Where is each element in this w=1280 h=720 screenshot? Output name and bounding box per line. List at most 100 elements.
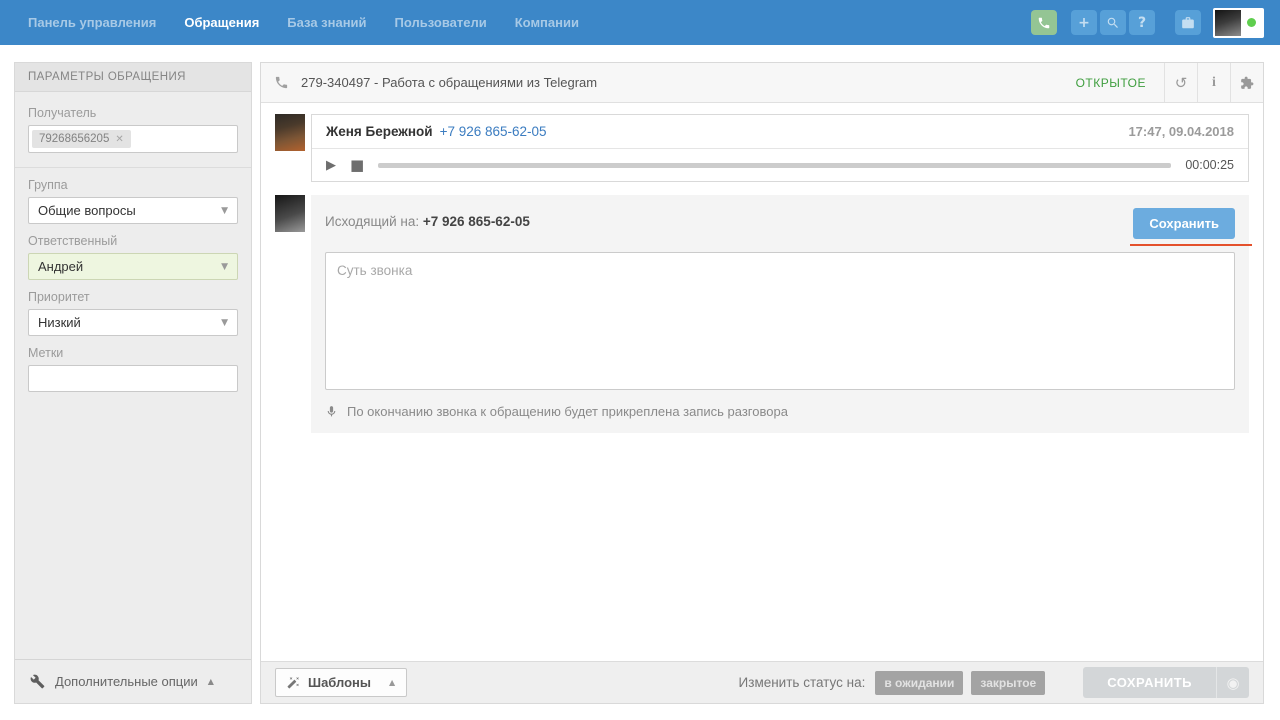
search-icon bbox=[1106, 16, 1120, 30]
chevron-down-icon: ▼ bbox=[221, 317, 228, 328]
call-note-textarea[interactable] bbox=[325, 252, 1235, 390]
priority-select[interactable]: Низкий ▼ bbox=[28, 309, 238, 336]
info-button[interactable]: i bbox=[1197, 63, 1230, 102]
priority-label: Приоритет bbox=[28, 290, 90, 304]
nav-item-users[interactable]: Пользователи bbox=[383, 0, 499, 45]
recipient-label: Получатель bbox=[28, 106, 97, 120]
parameters-form: Получатель 79268656205 ✕ Группа Общие во… bbox=[15, 92, 251, 659]
outgoing-header: Исходящий на: +7 926 865-62-05 Сохранить bbox=[325, 208, 1252, 246]
recipient-tag-value: 79268656205 bbox=[39, 133, 110, 145]
call-card-header: Женя Бережной +7 926 865-62-05 17:47, 09… bbox=[312, 115, 1248, 149]
additional-options-toggle[interactable]: Дополнительные опции ▲ bbox=[15, 659, 251, 703]
agent-avatar bbox=[275, 195, 305, 232]
play-button[interactable]: ▶ bbox=[326, 158, 336, 173]
outgoing-call-box: Исходящий на: +7 926 865-62-05 Сохранить… bbox=[311, 195, 1252, 433]
status-closed-button[interactable]: закрытое bbox=[971, 670, 1046, 695]
nav-item-cases[interactable]: Обращения bbox=[172, 0, 271, 45]
chevron-down-icon: ▼ bbox=[221, 205, 228, 216]
audio-duration: 00:00:25 bbox=[1185, 158, 1234, 172]
status-actions: Изменить статус на: в ожидании закрытое … bbox=[739, 667, 1249, 698]
phone-icon bbox=[1037, 16, 1051, 30]
panel-title: ПАРАМЕТРЫ ОБРАЩЕНИЯ bbox=[15, 63, 251, 92]
user-avatar bbox=[1215, 9, 1241, 36]
customer-avatar bbox=[275, 114, 305, 151]
group-select-value: Общие вопросы bbox=[38, 203, 136, 218]
message-thread: Женя Бережной +7 926 865-62-05 17:47, 09… bbox=[261, 103, 1263, 661]
history-icon: ↺ bbox=[1174, 73, 1188, 92]
topnav-button-group: + ? bbox=[1071, 10, 1155, 35]
remove-tag-icon[interactable]: ✕ bbox=[115, 134, 123, 145]
outgoing-phone: +7 926 865-62-05 bbox=[422, 214, 530, 229]
record-call-button[interactable]: ◉ bbox=[1216, 667, 1249, 698]
recipient-input[interactable]: 79268656205 ✕ bbox=[28, 125, 238, 153]
author-phone-link[interactable]: +7 926 865-62-05 bbox=[440, 124, 547, 139]
topnav-actions: + ? bbox=[1031, 7, 1264, 38]
save-ticket-button[interactable]: СОХРАНИТЬ bbox=[1083, 667, 1216, 698]
assignee-label: Ответственный bbox=[28, 234, 118, 248]
add-case-button[interactable]: + bbox=[1071, 10, 1097, 35]
nav-item-knowledge-base[interactable]: База знаний bbox=[275, 0, 378, 45]
tags-input[interactable] bbox=[28, 365, 238, 392]
composer-footer: Шаблоны ▲ Изменить статус на: в ожидании… bbox=[261, 661, 1263, 703]
audio-player: ▶ ■ 00:00:25 bbox=[312, 149, 1248, 181]
online-status-dot bbox=[1247, 18, 1256, 27]
direction-label: Исходящий на: bbox=[325, 214, 420, 229]
briefcase-icon bbox=[1181, 16, 1195, 30]
recording-note: По окончанию звонка к обращению будет пр… bbox=[325, 404, 1235, 419]
puzzle-icon bbox=[1240, 76, 1254, 90]
merge-button[interactable] bbox=[1230, 63, 1263, 102]
save-underline bbox=[1130, 244, 1252, 246]
collapse-icon: ▲ bbox=[388, 678, 396, 687]
ticket-header-actions: ОТКРЫТОЕ ↺ i bbox=[1058, 63, 1263, 102]
ticket-parameters-panel: ПАРАМЕТРЫ ОБРАЩЕНИЯ Получатель 792686562… bbox=[14, 62, 252, 704]
additional-options-label: Дополнительные опции bbox=[55, 674, 198, 689]
call-card: Женя Бережной +7 926 865-62-05 17:47, 09… bbox=[311, 114, 1249, 182]
collapse-icon: ▲ bbox=[207, 677, 214, 686]
outgoing-message: Исходящий на: +7 926 865-62-05 Сохранить… bbox=[275, 195, 1252, 433]
nav-item-dashboard[interactable]: Панель управления bbox=[16, 0, 168, 45]
save-note-wrap: Сохранить bbox=[1130, 208, 1252, 246]
author-name: Женя Бережной bbox=[326, 124, 433, 139]
group-label: Группа bbox=[28, 178, 68, 192]
section-divider bbox=[15, 167, 251, 168]
history-button[interactable]: ↺ bbox=[1164, 63, 1197, 102]
plus-icon: + bbox=[1078, 14, 1090, 31]
priority-select-value: Низкий bbox=[38, 315, 81, 330]
tags-label: Метки bbox=[28, 346, 64, 360]
search-button[interactable] bbox=[1100, 10, 1126, 35]
change-status-label: Изменить статус на: bbox=[738, 675, 866, 690]
ticket-header: 279-340497 - Работа с обращениями из Tel… bbox=[261, 63, 1263, 103]
info-icon: i bbox=[1212, 74, 1216, 90]
stop-button[interactable]: ■ bbox=[350, 156, 364, 174]
user-profile-chip[interactable] bbox=[1213, 7, 1264, 38]
microphone-icon bbox=[325, 404, 338, 419]
audio-progress-bar[interactable] bbox=[378, 162, 1172, 168]
question-icon: ? bbox=[1137, 14, 1147, 31]
outgoing-direction-line: Исходящий на: +7 926 865-62-05 bbox=[325, 208, 530, 229]
save-note-button[interactable]: Сохранить bbox=[1133, 208, 1235, 239]
save-button-group: СОХРАНИТЬ ◉ bbox=[1083, 667, 1249, 698]
ticket-panel: 279-340497 - Работа с обращениями из Tel… bbox=[260, 62, 1264, 704]
templates-label: Шаблоны bbox=[308, 675, 371, 690]
assignee-select-value: Андрей bbox=[38, 259, 84, 274]
phone-icon bbox=[274, 75, 289, 90]
status-pending-button[interactable]: в ожидании bbox=[875, 670, 964, 695]
top-navigation: Панель управления Обращения База знаний … bbox=[0, 0, 1280, 45]
nav-item-companies[interactable]: Компании bbox=[503, 0, 591, 45]
magic-wand-icon bbox=[287, 676, 300, 689]
assignee-select[interactable]: Андрей ▼ bbox=[28, 253, 238, 280]
group-select[interactable]: Общие вопросы ▼ bbox=[28, 197, 238, 224]
recording-note-text: По окончанию звонка к обращению будет пр… bbox=[347, 404, 788, 419]
help-button[interactable]: ? bbox=[1129, 10, 1155, 35]
wrench-icon bbox=[30, 674, 45, 689]
recipient-tag: 79268656205 ✕ bbox=[32, 130, 131, 148]
message-timestamp: 17:47, 09.04.2018 bbox=[1128, 124, 1234, 139]
chevron-down-icon: ▼ bbox=[221, 261, 228, 272]
ticket-title: 279-340497 - Работа с обращениями из Tel… bbox=[301, 75, 598, 90]
phone-call-button[interactable] bbox=[1031, 10, 1057, 35]
templates-button[interactable]: Шаблоны ▲ bbox=[275, 668, 408, 697]
ticket-status-badge[interactable]: ОТКРЫТОЕ bbox=[1058, 63, 1164, 102]
main-menu: Панель управления Обращения База знаний … bbox=[16, 0, 591, 45]
mailboxes-button[interactable] bbox=[1175, 10, 1201, 35]
call-message: Женя Бережной +7 926 865-62-05 17:47, 09… bbox=[275, 114, 1249, 182]
